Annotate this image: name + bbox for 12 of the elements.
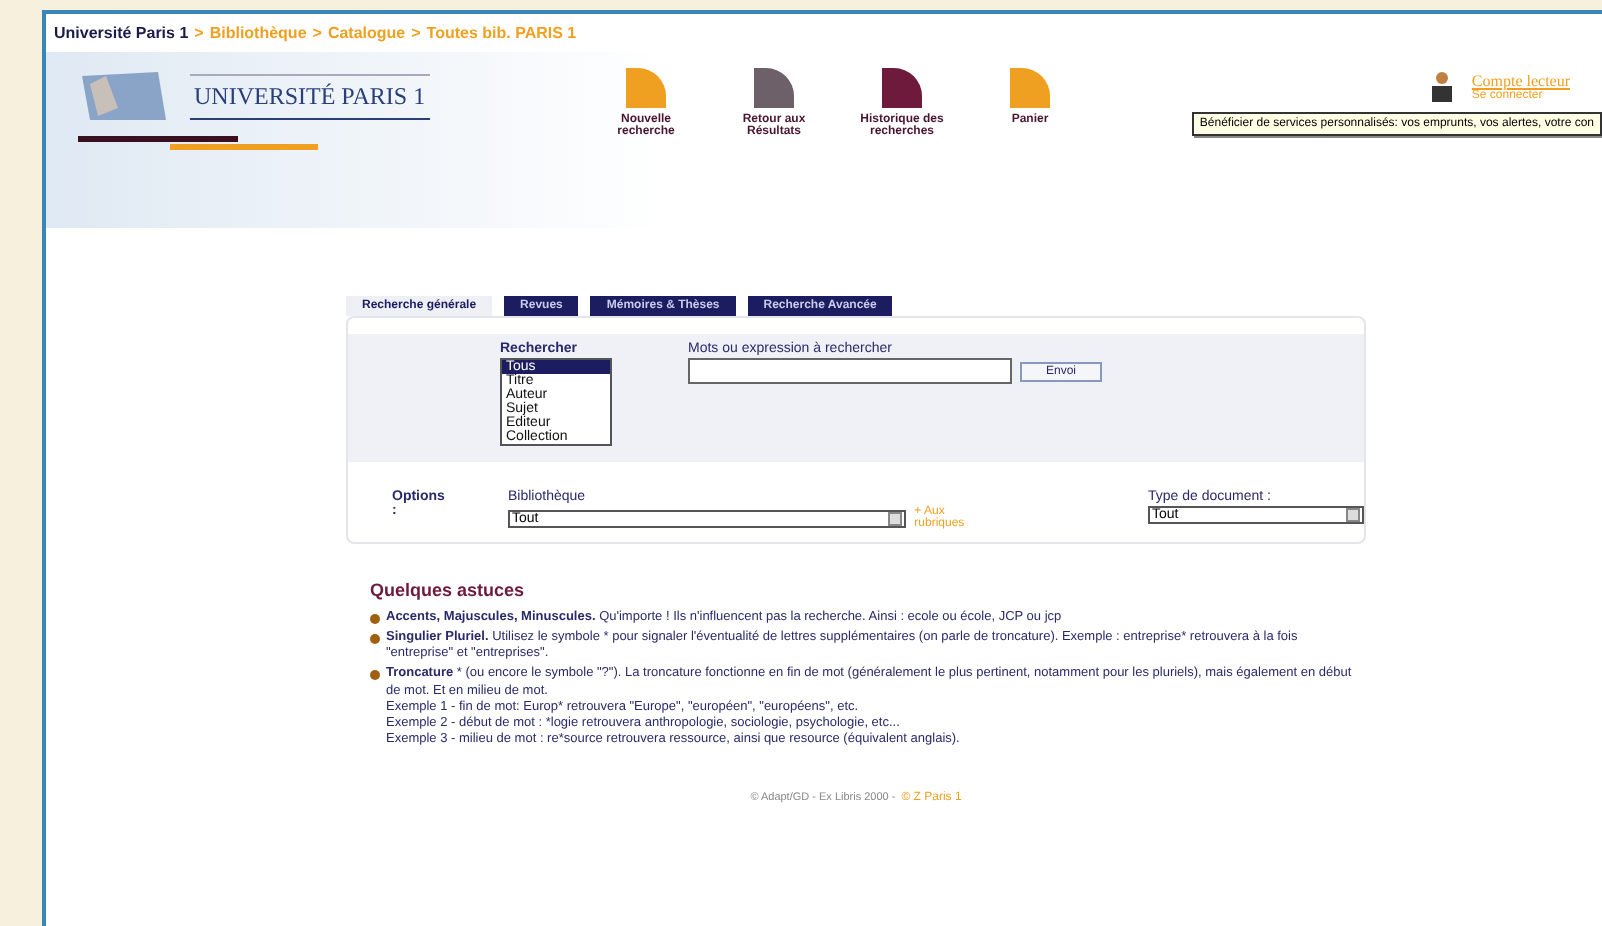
breadcrumb-separator: > bbox=[194, 24, 204, 42]
bullet-icon bbox=[370, 614, 380, 624]
breadcrumb-separator: > bbox=[312, 24, 322, 42]
breadcrumb-link[interactable]: Université Paris 1 bbox=[54, 24, 189, 42]
bullet-icon bbox=[370, 670, 380, 681]
tips-heading: Quelques astuces bbox=[370, 580, 527, 600]
logo-emblem-icon bbox=[78, 68, 170, 124]
logo-text: UNIVERSITÉ PARIS 1 bbox=[190, 73, 430, 119]
bullet-icon bbox=[370, 634, 380, 645]
search-field[interactable] bbox=[688, 358, 1012, 384]
breadcrumb-separator: > bbox=[411, 24, 421, 42]
reader-icon bbox=[1427, 68, 1456, 104]
